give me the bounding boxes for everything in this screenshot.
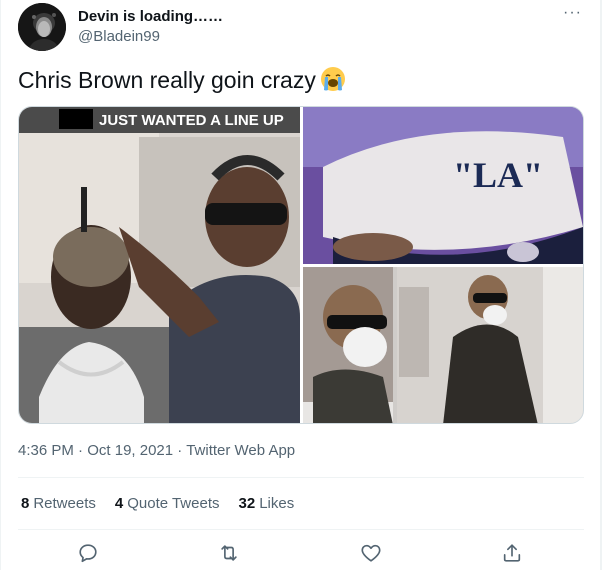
reply-icon bbox=[79, 544, 97, 563]
author-handle[interactable]: @Bladein99 bbox=[78, 28, 160, 45]
reply-button[interactable] bbox=[77, 542, 101, 566]
media-photo-3[interactable] bbox=[303, 267, 583, 423]
divider bbox=[18, 477, 584, 478]
timeline-border-left bbox=[0, 0, 1, 570]
more-options-button[interactable]: ··· bbox=[563, 4, 582, 22]
svg-text:"LA": "LA" bbox=[453, 155, 543, 195]
quote-tweets-label: Quote Tweets bbox=[127, 495, 220, 512]
like-icon bbox=[361, 544, 381, 562]
tweet-text-body: Chris Brown really goin crazy bbox=[18, 67, 316, 93]
retweets-count: 8 bbox=[21, 495, 30, 512]
retweet-icon bbox=[221, 545, 237, 561]
avatar[interactable] bbox=[18, 3, 66, 51]
tweet-media-grid: JUST WANTED A LINE UP "LA" bbox=[18, 106, 584, 424]
likes-stat[interactable]: 32 Likes bbox=[239, 495, 295, 512]
tweet-source-app[interactable]: Twitter Web App bbox=[186, 442, 295, 459]
divider bbox=[18, 529, 584, 530]
quote-tweets-count: 4 bbox=[114, 495, 124, 512]
retweets-stat[interactable]: 8 Retweets bbox=[21, 495, 96, 512]
tweet-text: Chris Brown really goin crazy bbox=[18, 66, 346, 94]
retweets-label: Retweets bbox=[33, 495, 96, 512]
tweet-header: Devin is loading…… @Bladein99 ··· bbox=[0, 0, 600, 60]
share-icon bbox=[503, 544, 521, 562]
meta-separator: · bbox=[73, 442, 88, 459]
meta-separator: · bbox=[173, 442, 187, 459]
tweet-time[interactable]: 4:36 PM bbox=[18, 442, 74, 459]
tweet-meta: 4:36 PM · Oct 19, 2021 · Twitter Web App bbox=[18, 442, 295, 459]
tweet-date[interactable]: Oct 19, 2021 bbox=[87, 442, 173, 459]
like-button[interactable] bbox=[360, 542, 384, 566]
share-button[interactable] bbox=[501, 542, 525, 566]
tweet-stats: 8 Retweets 4 Quote Tweets 32 Likes bbox=[21, 495, 294, 512]
media-photo-1[interactable]: JUST WANTED A LINE UP bbox=[19, 107, 300, 423]
quote-tweets-stat[interactable]: 4 Quote Tweets bbox=[115, 495, 220, 512]
media-caption-text: JUST WANTED A LINE UP bbox=[99, 112, 284, 129]
tweet-actions bbox=[0, 540, 600, 570]
loudly-crying-face-icon bbox=[320, 66, 346, 92]
retweet-button[interactable] bbox=[218, 542, 242, 566]
likes-count: 32 bbox=[238, 495, 256, 512]
likes-label: Likes bbox=[259, 495, 295, 512]
author-display-name[interactable]: Devin is loading…… bbox=[78, 8, 223, 25]
media-photo-2[interactable]: "LA" bbox=[303, 107, 583, 264]
